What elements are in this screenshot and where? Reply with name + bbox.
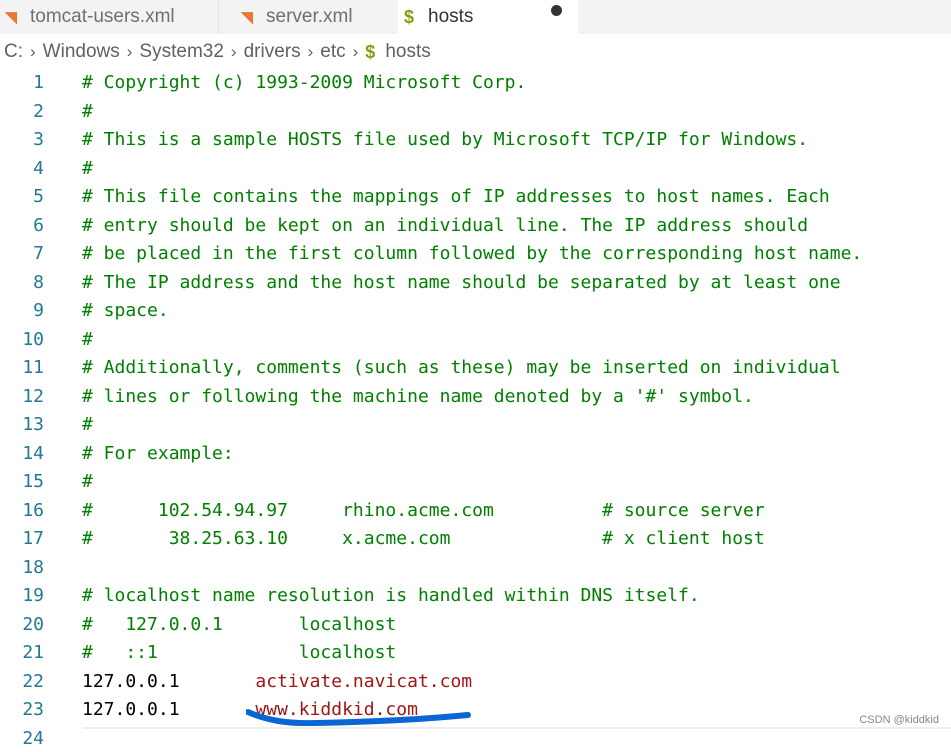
line-content: # 102.54.94.97 rhino.acme.com # source s…: [82, 500, 765, 521]
line-number: 24: [0, 728, 44, 749]
line-number: 17: [0, 528, 44, 549]
line-content: # This file contains the mappings of IP …: [82, 186, 830, 207]
code-line[interactable]: 8 # The IP address and the host name shou…: [0, 268, 951, 297]
rss-icon: ◥: [236, 8, 258, 26]
tab-divider: [218, 0, 219, 34]
line-number: 3: [0, 129, 44, 150]
code-line[interactable]: 9 # space.: [0, 296, 951, 325]
chevron-right-icon: ›: [353, 42, 359, 62]
code-line[interactable]: 19 # localhost name resolution is handled…: [0, 581, 951, 610]
line-number: 1: [0, 72, 44, 93]
code-line[interactable]: 12 # lines or following the machine name …: [0, 382, 951, 411]
code-line[interactable]: 6 # entry should be kept on an individual…: [0, 211, 951, 240]
line-number: 20: [0, 614, 44, 635]
ip-address: 127.0.0.1: [82, 671, 255, 692]
code-line[interactable]: 2#: [0, 97, 951, 126]
code-line[interactable]: 14 # For example:: [0, 439, 951, 468]
line-content: #: [82, 471, 93, 492]
line-content: # 38.25.63.10 x.acme.com # x client host: [82, 528, 765, 549]
code-line[interactable]: 4#: [0, 154, 951, 183]
unsaved-dot-icon[interactable]: [551, 5, 562, 16]
line-number: 8: [0, 272, 44, 293]
code-line[interactable]: 3 # This is a sample HOSTS file used by M…: [0, 125, 951, 154]
annotation-underline: [246, 706, 472, 726]
line-content: # Copyright (c) 1993-2009 Microsoft Corp…: [82, 72, 526, 93]
line-number: 6: [0, 215, 44, 236]
code-line[interactable]: 22 127.0.0.1 activate.navicat.com: [0, 667, 951, 696]
breadcrumb-item-hosts[interactable]: hosts: [385, 41, 430, 63]
line-number: 13: [0, 414, 44, 435]
line-number: 14: [0, 443, 44, 464]
chevron-right-icon: ›: [30, 42, 36, 62]
code-line[interactable]: 13 #: [0, 410, 951, 439]
breadcrumb-item-drive[interactable]: C:: [4, 41, 23, 63]
line-number: 22: [0, 671, 44, 692]
breadcrumb-item-system32[interactable]: System32: [139, 41, 223, 63]
breadcrumb-item-drivers[interactable]: drivers: [244, 41, 301, 63]
tab-label: tomcat-users.xml: [30, 6, 175, 28]
line-content: # 127.0.0.1 localhost: [82, 614, 396, 635]
code-line[interactable]: 1 # Copyright (c) 1993-2009 Microsoft Cor…: [0, 68, 951, 97]
code-line[interactable]: 11 # Additionally, comments (such as thes…: [0, 353, 951, 382]
line-number: 9: [0, 300, 44, 321]
code-line[interactable]: 21 # ::1 localhost: [0, 638, 951, 667]
line-content: # ::1 localhost: [82, 642, 396, 663]
line-number: 4: [0, 158, 44, 179]
line-content: # For example:: [82, 443, 234, 464]
line-content: # lines or following the machine name de…: [82, 386, 754, 407]
line-number: 15: [0, 471, 44, 492]
line-number: 10: [0, 329, 44, 350]
host-name: activate.navicat.com: [255, 671, 472, 692]
chevron-right-icon: ›: [231, 42, 237, 62]
tab-server-xml[interactable]: ◥ server.xml: [236, 0, 396, 34]
editor-tab-bar: ◥ tomcat-users.xml ◥ server.xml $ hosts: [0, 0, 951, 34]
line-number: 7: [0, 243, 44, 264]
breadcrumb-item-windows[interactable]: Windows: [43, 41, 120, 63]
chevron-right-icon: ›: [308, 42, 314, 62]
line-content: # The IP address and the host name shoul…: [82, 272, 841, 293]
dollar-icon: $: [398, 7, 420, 28]
tab-tomcat-users-xml[interactable]: ◥ tomcat-users.xml: [0, 0, 218, 34]
code-line[interactable]: 23127.0.0.1 www.kiddkid.com: [0, 695, 951, 724]
line-number: 5: [0, 186, 44, 207]
code-line[interactable]: 20 # 127.0.0.1 localhost: [0, 610, 951, 639]
watermark: CSDN @kiddkid: [859, 714, 939, 726]
line-number: 21: [0, 642, 44, 663]
editor-horizontal-edge: [82, 727, 951, 729]
line-number: 19: [0, 585, 44, 606]
line-content: # This is a sample HOSTS file used by Mi…: [82, 129, 808, 150]
breadcrumb: C: › Windows › System32 › drivers › etc …: [0, 38, 435, 66]
line-content: # be placed in the first column followed…: [82, 243, 862, 264]
line-content: # localhost name resolution is handled w…: [82, 585, 700, 606]
code-line[interactable]: 5 # This file contains the mappings of IP…: [0, 182, 951, 211]
chevron-right-icon: ›: [127, 42, 133, 62]
line-number: 23: [0, 699, 44, 720]
code-line[interactable]: 17 # 38.25.63.10 x.acme.com # x client ho…: [0, 524, 951, 553]
rss-icon: ◥: [0, 8, 22, 26]
line-content: #: [82, 158, 93, 179]
line-content: #: [82, 101, 93, 122]
tab-hosts[interactable]: $ hosts: [398, 0, 578, 34]
dollar-icon: $: [365, 42, 375, 63]
line-number: 12: [0, 386, 44, 407]
tab-label: hosts: [428, 6, 473, 28]
code-line[interactable]: 18: [0, 553, 951, 582]
line-content: #: [82, 329, 93, 350]
breadcrumb-item-etc[interactable]: etc: [320, 41, 345, 63]
code-line[interactable]: 10 #: [0, 325, 951, 354]
code-line[interactable]: 15 #: [0, 467, 951, 496]
line-content: # Additionally, comments (such as these)…: [82, 357, 841, 378]
line-number: 18: [0, 557, 44, 578]
tab-label: server.xml: [266, 6, 353, 28]
line-number: 11: [0, 357, 44, 378]
line-content: # space.: [82, 300, 169, 321]
line-number: 16: [0, 500, 44, 521]
line-content: #: [82, 414, 93, 435]
line-number: 2: [0, 101, 44, 122]
code-line[interactable]: 16 # 102.54.94.97 rhino.acme.com # source…: [0, 496, 951, 525]
line-content: # entry should be kept on an individual …: [82, 215, 808, 236]
ip-address: 127.0.0.1: [82, 699, 255, 720]
line-content: 127.0.0.1 activate.navicat.com: [82, 671, 472, 692]
code-line[interactable]: 7 # be placed in the first column followe…: [0, 239, 951, 268]
